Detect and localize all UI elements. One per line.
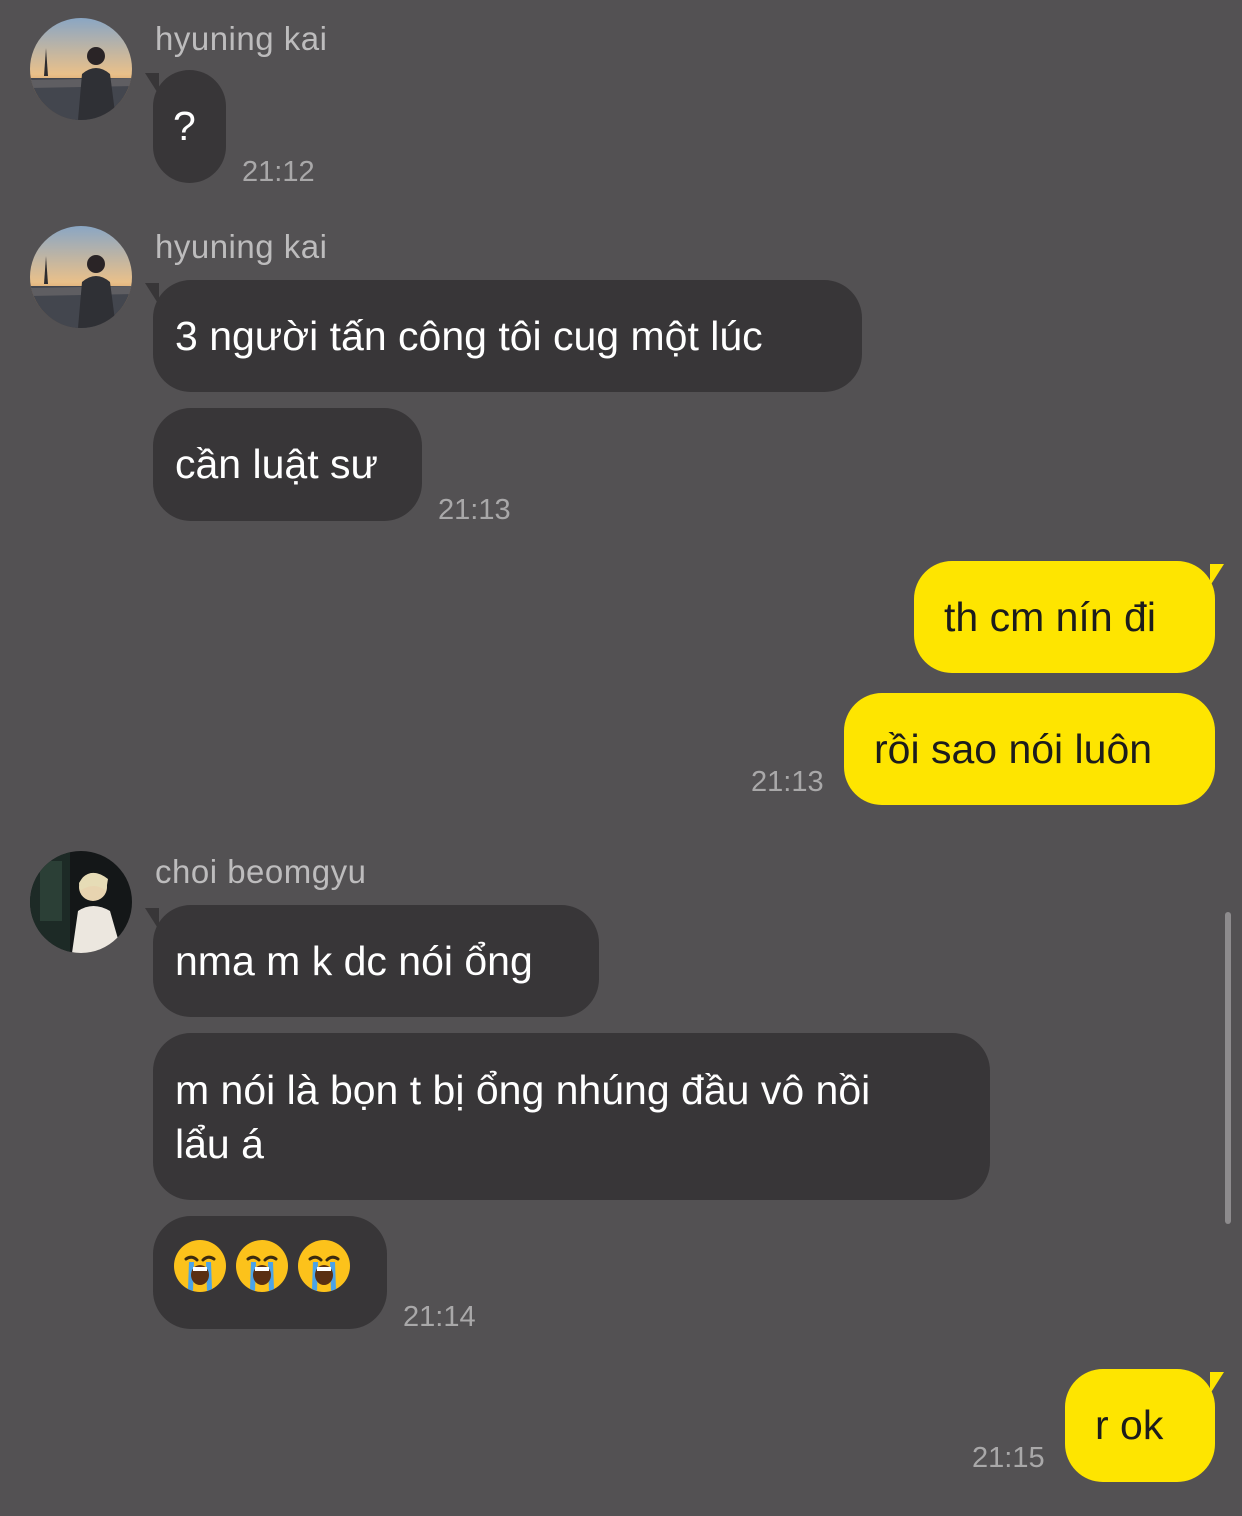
avatar-image [30,226,132,328]
message-bubble[interactable]: ? [153,70,226,183]
message-bubble-emoji[interactable] [153,1216,387,1329]
message-line: m nói là bọn t bị ổng nhúng đầu vô nồi [175,1067,871,1113]
avatar-hyuning-kai[interactable] [30,226,132,328]
message-bubble[interactable]: cần luật sư [153,408,422,521]
message-timestamp: 21:15 [972,1442,1045,1474]
message-timestamp: 21:13 [751,766,824,798]
message-bubble[interactable]: th cm nín đi [914,561,1215,673]
sender-name: hyuning kai [155,228,328,265]
bubble-tail [1210,564,1224,586]
bubble-tail [1210,1372,1224,1394]
loudly-crying-face-icon [173,1239,227,1306]
scrollbar[interactable] [1225,912,1231,1224]
message-bubble[interactable]: rồi sao nói luôn [844,693,1215,805]
message-timestamp: 21:12 [242,156,315,188]
message-bubble[interactable]: r ok [1065,1369,1215,1482]
message-bubble[interactable]: 3 người tấn công tôi cug một lúc [153,280,862,392]
message-bubble[interactable]: m nói là bọn t bị ổng nhúng đầu vô nồi l… [153,1033,990,1200]
message-line: lẩu á [175,1121,264,1167]
sender-name: choi beomgyu [155,853,367,890]
loudly-crying-face-icon [297,1239,351,1306]
avatar-choi-beomgyu[interactable] [30,851,132,953]
avatar-hyuning-kai[interactable] [30,18,132,120]
message-timestamp: 21:13 [438,494,511,526]
message-bubble[interactable]: nma m k dc nói ổng [153,905,599,1017]
avatar-image [30,851,132,953]
sender-name: hyuning kai [155,20,328,57]
loudly-crying-face-icon [235,1239,289,1306]
avatar-image [30,18,132,120]
message-timestamp: 21:14 [403,1301,476,1333]
